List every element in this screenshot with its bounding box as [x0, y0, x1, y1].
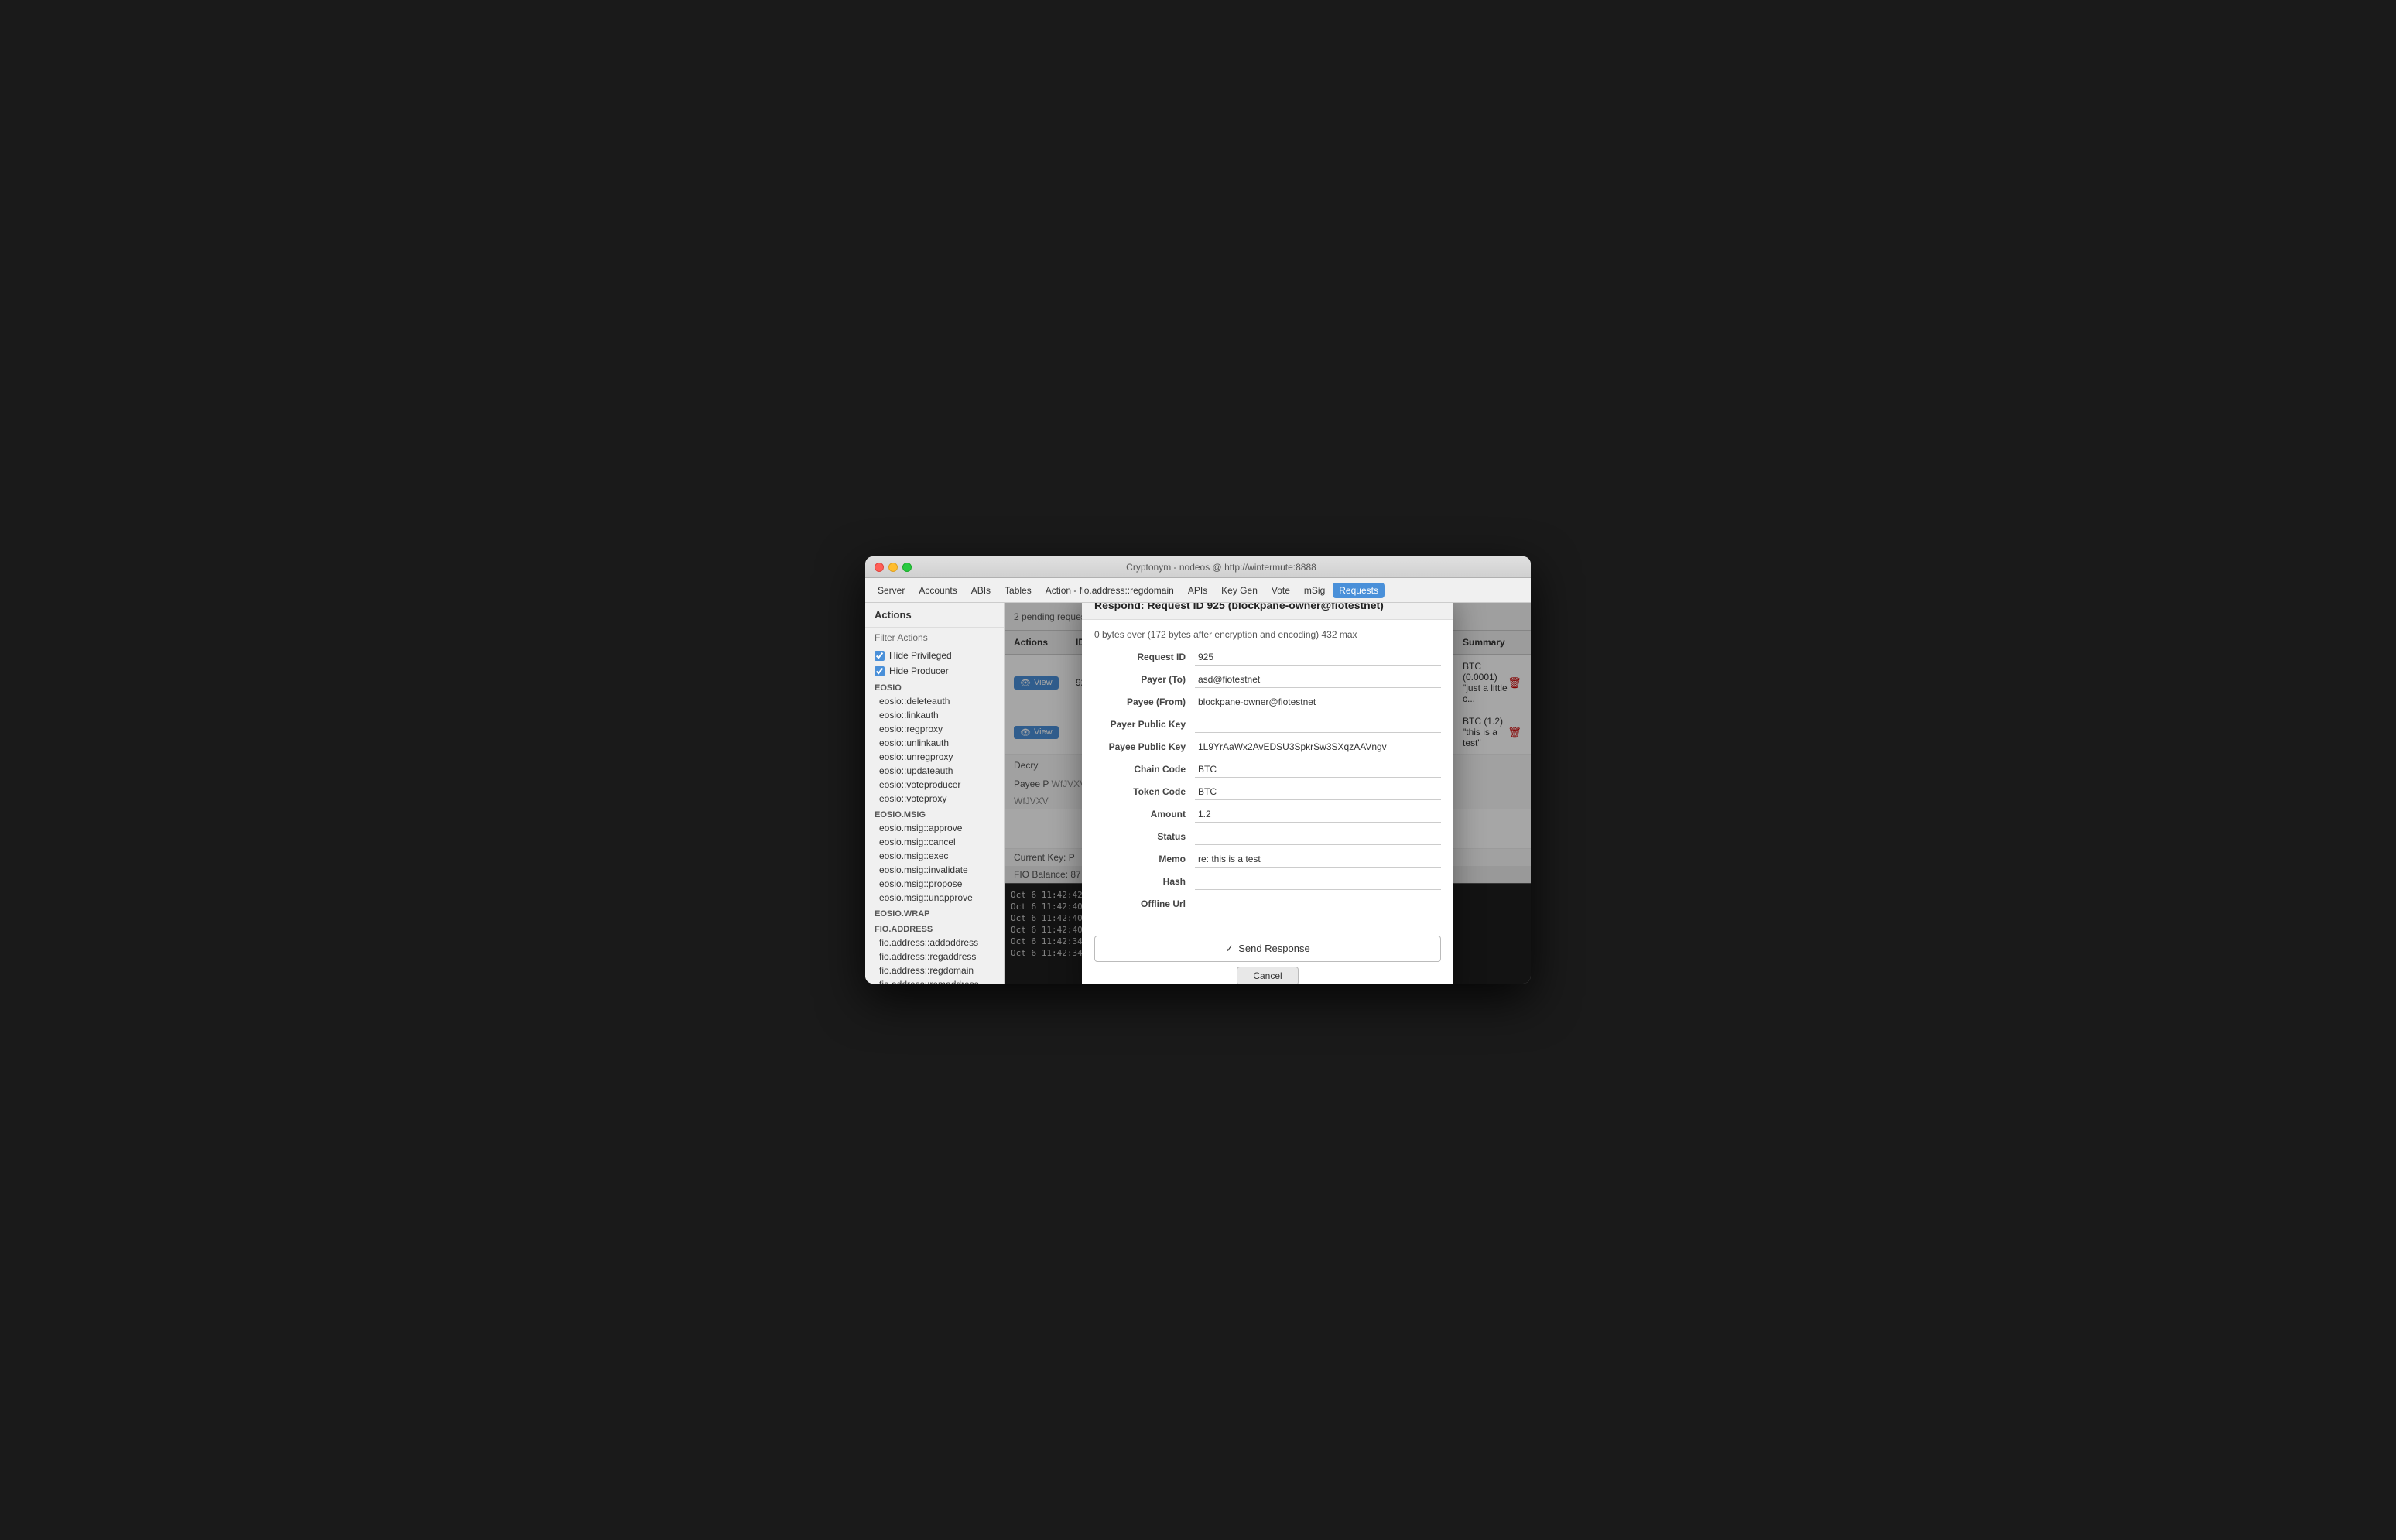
hide-privileged-input[interactable] [875, 651, 885, 661]
close-button[interactable] [875, 563, 884, 572]
menu-abis[interactable]: ABIs [965, 583, 997, 598]
maximize-button[interactable] [902, 563, 912, 572]
field-payer-public-key: Payer Public Key [1094, 717, 1441, 733]
window-title: Cryptonym - nodeos @ http://wintermute:8… [921, 562, 1521, 573]
section-eosio-msig: EOSIO.MSIG [865, 806, 1004, 821]
label-memo: Memo [1094, 854, 1195, 864]
traffic-lights [875, 563, 912, 572]
sidebar-item-updateauth[interactable]: eosio::updateauth [865, 764, 1004, 778]
menu-msig[interactable]: mSig [1298, 583, 1331, 598]
input-hash[interactable] [1195, 874, 1441, 890]
label-offline-url: Offline Url [1094, 898, 1195, 909]
sidebar: Actions Filter Actions Hide Privileged H… [865, 603, 1005, 984]
hide-producer-checkbox[interactable]: Hide Producer [865, 663, 1004, 679]
main-layout: Actions Filter Actions Hide Privileged H… [865, 603, 1531, 984]
input-payer[interactable] [1195, 672, 1441, 688]
hide-producer-input[interactable] [875, 666, 885, 676]
sidebar-item-unregproxy[interactable]: eosio::unregproxy [865, 750, 1004, 764]
field-token-code: Token Code [1094, 784, 1441, 800]
field-chain-code: Chain Code [1094, 761, 1441, 778]
sidebar-item-addaddress[interactable]: fio.address::addaddress [865, 936, 1004, 950]
menu-tables[interactable]: Tables [998, 583, 1038, 598]
sidebar-item-regproxy[interactable]: eosio::regproxy [865, 722, 1004, 736]
field-memo: Memo [1094, 851, 1441, 868]
menu-server[interactable]: Server [871, 583, 911, 598]
field-status: Status [1094, 829, 1441, 845]
respond-modal: Respond: Request ID 925 (blockpane-owner… [1082, 603, 1453, 984]
checkmark-icon: ✓ [1225, 943, 1234, 955]
modal-footer: ✓ Send Response Cancel [1082, 928, 1453, 984]
menu-requests[interactable]: Requests [1333, 583, 1385, 598]
sidebar-item-voteproducer[interactable]: eosio::voteproducer [865, 778, 1004, 792]
input-payee-public-key[interactable] [1195, 739, 1441, 755]
input-request-id[interactable] [1195, 649, 1441, 666]
label-hash: Hash [1094, 876, 1195, 887]
minimize-button[interactable] [888, 563, 898, 572]
label-request-id: Request ID [1094, 652, 1195, 662]
label-payer: Payer (To) [1094, 674, 1195, 685]
main-window: Cryptonym - nodeos @ http://wintermute:8… [865, 556, 1531, 984]
modal-info: 0 bytes over (172 bytes after encryption… [1094, 629, 1441, 640]
sidebar-item-remaddress[interactable]: fio.address::remaddress [865, 977, 1004, 984]
field-hash: Hash [1094, 874, 1441, 890]
input-token-code[interactable] [1195, 784, 1441, 800]
sidebar-item-approve[interactable]: eosio.msig::approve [865, 821, 1004, 835]
input-amount[interactable] [1195, 806, 1441, 823]
menu-vote[interactable]: Vote [1265, 583, 1296, 598]
modal-body: 0 bytes over (172 bytes after encryption… [1082, 620, 1453, 928]
hide-privileged-checkbox[interactable]: Hide Privileged [865, 648, 1004, 663]
label-token-code: Token Code [1094, 786, 1195, 797]
sidebar-header: Actions [865, 603, 1004, 628]
field-amount: Amount [1094, 806, 1441, 823]
hide-privileged-label: Hide Privileged [889, 650, 952, 661]
label-status: Status [1094, 831, 1195, 842]
menu-action[interactable]: Action - fio.address::regdomain [1039, 583, 1180, 598]
label-payee-public-key: Payee Public Key [1094, 741, 1195, 752]
send-response-label: Send Response [1238, 943, 1310, 954]
titlebar: Cryptonym - nodeos @ http://wintermute:8… [865, 556, 1531, 578]
modal-title: Respond: Request ID 925 (blockpane-owner… [1082, 603, 1453, 620]
field-request-id: Request ID [1094, 649, 1441, 666]
sidebar-item-regaddress[interactable]: fio.address::regaddress [865, 950, 1004, 963]
sidebar-item-linkauth[interactable]: eosio::linkauth [865, 708, 1004, 722]
section-eosio-wrap: EOSIO.WRAP [865, 905, 1004, 920]
section-fio-address: FIO.ADDRESS [865, 920, 1004, 936]
sidebar-item-unlinkauth[interactable]: eosio::unlinkauth [865, 736, 1004, 750]
cancel-button[interactable]: Cancel [1237, 967, 1298, 984]
content-area: 2 pending requests. ↻ Refresh ✏ Request … [1005, 603, 1531, 984]
input-status[interactable] [1195, 829, 1441, 845]
input-payee[interactable] [1195, 694, 1441, 710]
sidebar-item-deleteauth[interactable]: eosio::deleteauth [865, 694, 1004, 708]
input-memo[interactable] [1195, 851, 1441, 868]
hide-producer-label: Hide Producer [889, 666, 949, 676]
filter-actions-label: Filter Actions [865, 628, 1004, 648]
input-offline-url[interactable] [1195, 896, 1441, 912]
input-chain-code[interactable] [1195, 761, 1441, 778]
sidebar-item-voteproxy[interactable]: eosio::voteproxy [865, 792, 1004, 806]
menu-accounts[interactable]: Accounts [912, 583, 963, 598]
section-eosio: EOSIO [865, 679, 1004, 694]
label-chain-code: Chain Code [1094, 764, 1195, 775]
field-payer: Payer (To) [1094, 672, 1441, 688]
menu-apis[interactable]: APIs [1182, 583, 1213, 598]
sidebar-item-regdomain[interactable]: fio.address::regdomain [865, 963, 1004, 977]
modal-overlay: Respond: Request ID 925 (blockpane-owner… [1005, 603, 1531, 984]
input-payer-public-key[interactable] [1195, 717, 1441, 733]
label-payer-public-key: Payer Public Key [1094, 719, 1195, 730]
send-response-button[interactable]: ✓ Send Response [1094, 936, 1441, 962]
field-payee-public-key: Payee Public Key [1094, 739, 1441, 755]
sidebar-item-unapprove[interactable]: eosio.msig::unapprove [865, 891, 1004, 905]
field-payee: Payee (From) [1094, 694, 1441, 710]
sidebar-item-propose[interactable]: eosio.msig::propose [865, 877, 1004, 891]
menu-keygen[interactable]: Key Gen [1215, 583, 1264, 598]
label-payee: Payee (From) [1094, 696, 1195, 707]
menubar: Server Accounts ABIs Tables Action - fio… [865, 578, 1531, 603]
label-amount: Amount [1094, 809, 1195, 820]
field-offline-url: Offline Url [1094, 896, 1441, 912]
sidebar-item-cancel[interactable]: eosio.msig::cancel [865, 835, 1004, 849]
sidebar-item-invalidate[interactable]: eosio.msig::invalidate [865, 863, 1004, 877]
sidebar-item-exec[interactable]: eosio.msig::exec [865, 849, 1004, 863]
